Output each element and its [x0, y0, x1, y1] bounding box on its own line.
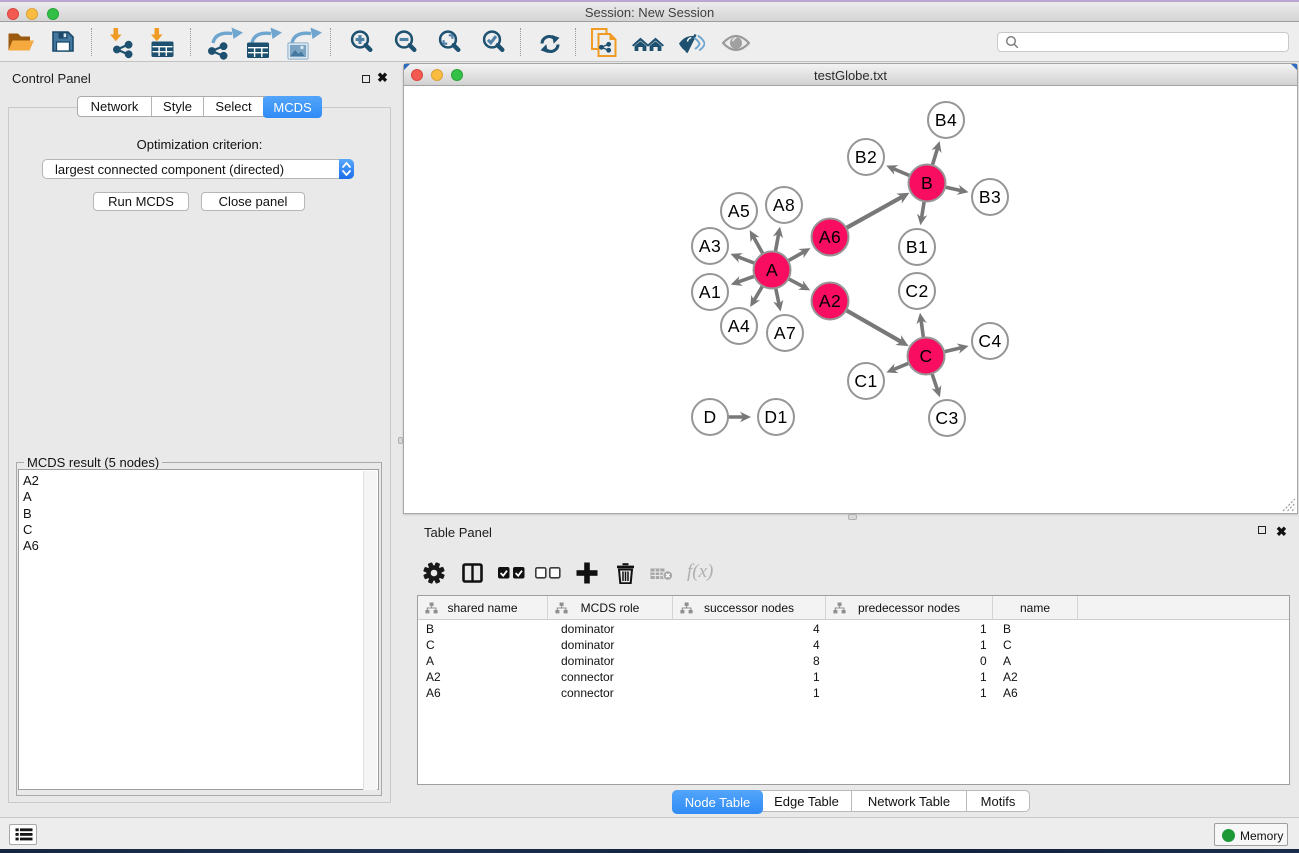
svg-text:B4: B4	[935, 110, 957, 130]
svg-text:B1: B1	[906, 237, 928, 257]
svg-text:A: A	[766, 260, 778, 280]
svg-text:C2: C2	[905, 281, 928, 301]
svg-text:A5: A5	[728, 201, 750, 221]
svg-text:A1: A1	[699, 282, 721, 302]
svg-text:B2: B2	[855, 147, 877, 167]
svg-text:D: D	[703, 407, 716, 427]
svg-text:C1: C1	[854, 371, 877, 391]
svg-text:A7: A7	[774, 323, 796, 343]
svg-text:B3: B3	[979, 187, 1001, 207]
svg-text:C4: C4	[978, 331, 1001, 351]
svg-text:D1: D1	[764, 407, 787, 427]
svg-text:A4: A4	[728, 316, 750, 336]
svg-text:A6: A6	[819, 227, 841, 247]
svg-text:B: B	[921, 173, 933, 193]
svg-text:A2: A2	[819, 291, 841, 311]
svg-text:C: C	[919, 346, 932, 366]
svg-text:A3: A3	[699, 236, 721, 256]
svg-text:A8: A8	[773, 195, 795, 215]
svg-text:C3: C3	[935, 408, 958, 428]
